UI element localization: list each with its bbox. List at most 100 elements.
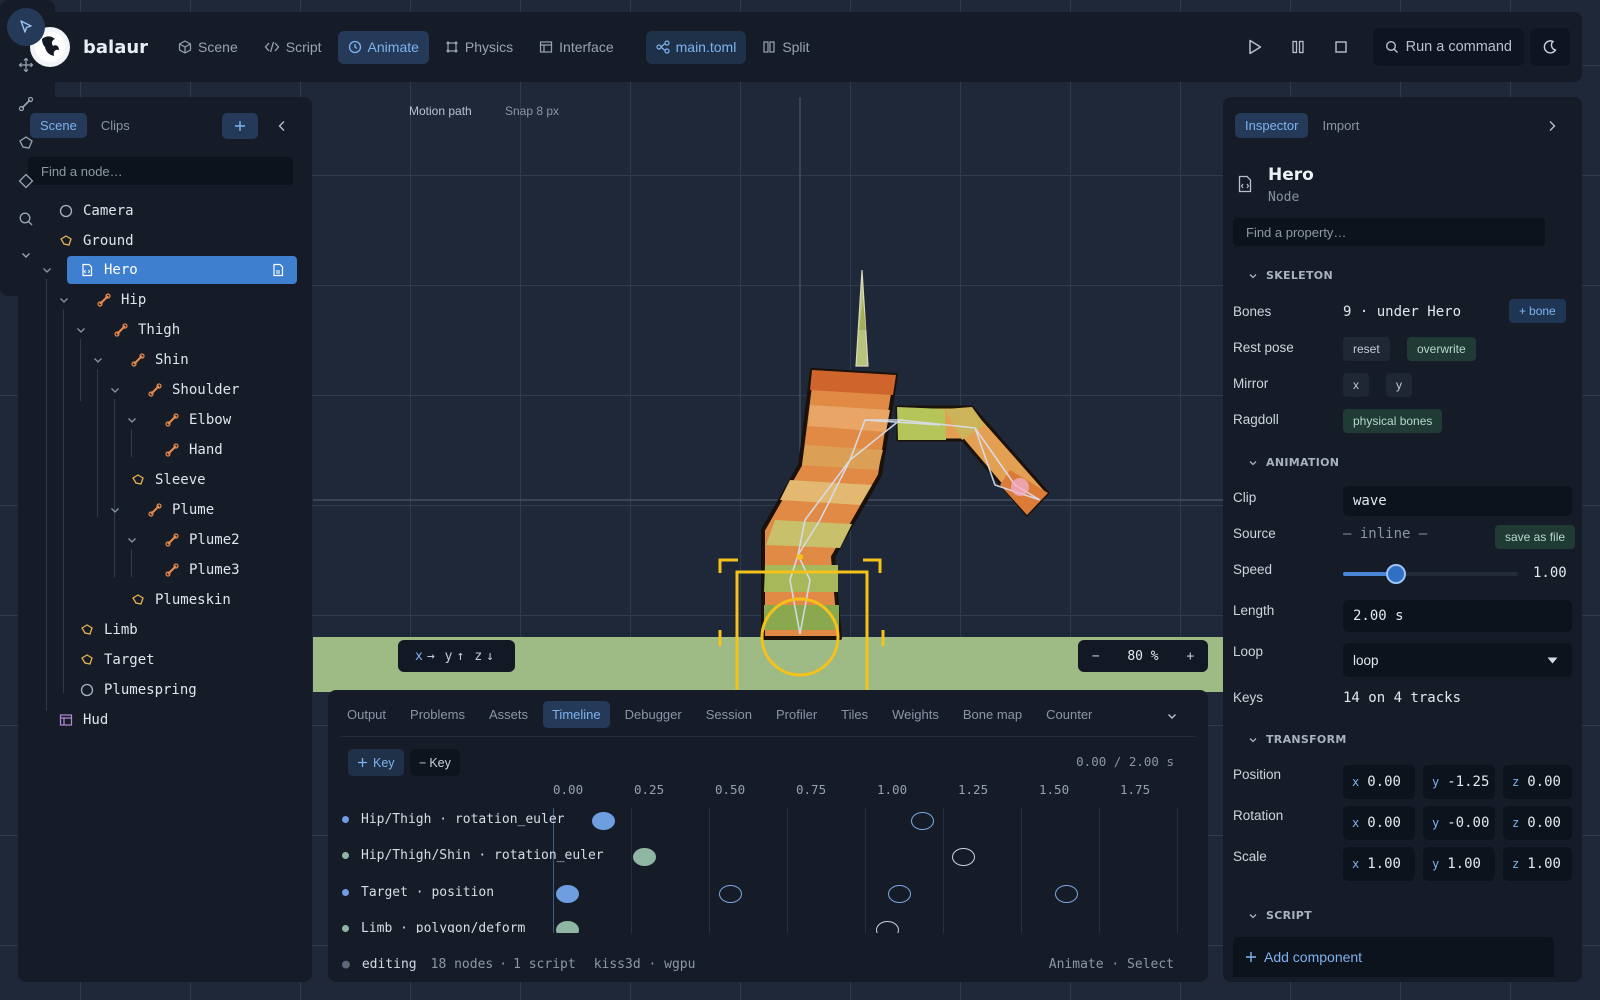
length-field[interactable]: 2.00 s — [1343, 600, 1572, 632]
position-x-field[interactable]: x 0.00 — [1343, 765, 1415, 799]
keyframe[interactable] — [592, 812, 615, 830]
chevron-down-icon[interactable] — [75, 324, 87, 336]
track-row[interactable]: Hip/Thigh · rotation_euler — [342, 812, 565, 827]
motion-path-toggle[interactable]: Motion path — [409, 104, 472, 118]
tab-problems[interactable]: Problems — [401, 701, 474, 728]
position-y-field[interactable]: y -1.25 — [1423, 765, 1495, 799]
remove-key-button[interactable]: − Key — [410, 749, 460, 776]
tab-scene[interactable]: Scene — [168, 31, 248, 64]
select-tool[interactable] — [7, 8, 45, 46]
property-search-input[interactable]: Find a property… — [1233, 218, 1545, 246]
polygon-tool[interactable] — [7, 124, 45, 162]
add-bone-button[interactable]: + bone — [1509, 299, 1566, 323]
chevron-down-icon[interactable] — [126, 414, 138, 426]
tab-tiles[interactable]: Tiles — [832, 701, 877, 728]
chevron-down-icon[interactable] — [109, 504, 121, 516]
tree-node-plume3[interactable]: Plume3 — [164, 556, 240, 584]
clip-field[interactable]: wave — [1343, 486, 1572, 516]
tab-session[interactable]: Session — [697, 701, 761, 728]
tree-node-camera[interactable]: Camera — [58, 197, 134, 225]
position-z-field[interactable]: z 0.00 — [1503, 765, 1572, 799]
tree-node-plume[interactable]: Plume — [147, 496, 214, 524]
scale-y-field[interactable]: y 1.00 — [1423, 847, 1495, 881]
attached-script-icon[interactable] — [271, 263, 285, 277]
script-section-header[interactable]: SCRIPT — [1248, 909, 1312, 922]
collapse-inspector-button[interactable] — [1534, 113, 1570, 139]
track-row[interactable]: Limb · polygon/deform — [342, 921, 525, 933]
chevron-down-icon[interactable] — [126, 534, 138, 546]
keyframe[interactable] — [556, 885, 579, 903]
ik-target-handle[interactable] — [1011, 478, 1029, 496]
viewport[interactable] — [313, 97, 1223, 690]
keyframe[interactable] — [633, 848, 656, 866]
collapse-panel-button[interactable] — [264, 113, 300, 139]
tab-timeline[interactable]: Timeline — [542, 701, 610, 728]
keyframe[interactable] — [556, 921, 579, 933]
tree-node-hud[interactable]: Hud — [58, 706, 108, 734]
tab-bone-map[interactable]: Bone map — [954, 701, 1031, 728]
tree-node-elbow[interactable]: Elbow — [164, 406, 231, 434]
speed-slider-handle[interactable] — [1386, 564, 1407, 584]
file-tab[interactable]: main.toml — [645, 30, 747, 64]
rotation-z-field[interactable]: z 0.00 — [1503, 806, 1572, 840]
move-tool[interactable] — [7, 46, 45, 84]
zoom-tool[interactable] — [7, 200, 45, 238]
track-row[interactable]: Hip/Thigh/Shin · rotation_euler — [342, 848, 604, 863]
tree-node-ground[interactable]: Ground — [58, 227, 134, 255]
plume-sprite[interactable] — [855, 269, 869, 367]
tab-script[interactable]: Script — [254, 31, 332, 64]
keyframe[interactable] — [876, 921, 899, 933]
tree-node-plume2[interactable]: Plume2 — [164, 526, 240, 554]
arm-sprite[interactable] — [895, 405, 1050, 517]
chevron-down-icon[interactable] — [109, 384, 121, 396]
pause-button[interactable] — [1280, 29, 1316, 65]
mirror-y-button[interactable]: y — [1386, 373, 1412, 397]
keyframe[interactable] — [719, 885, 742, 903]
tree-node-plumeskin[interactable]: Plumeskin — [130, 586, 231, 614]
zoom-in-button[interactable]: + — [1186, 649, 1194, 664]
transform-section-header[interactable]: TRANSFORM — [1248, 733, 1347, 746]
physical-bones-button[interactable]: physical bones — [1343, 409, 1443, 433]
stop-button[interactable] — [1323, 29, 1359, 65]
tab-clips[interactable]: Clips — [91, 113, 140, 138]
node-search-input[interactable]: Find a node… — [28, 157, 293, 185]
hero-body-sprite[interactable] — [761, 368, 898, 640]
tab-interface[interactable]: Interface — [529, 31, 623, 64]
rest-pose-overwrite-button[interactable]: overwrite — [1407, 337, 1476, 361]
tab-animate[interactable]: Animate — [337, 30, 429, 64]
keyframe[interactable] — [1055, 885, 1078, 903]
speed-slider[interactable] — [1343, 564, 1518, 584]
shape-tool[interactable] — [7, 162, 45, 200]
tree-node-plumespring[interactable]: Plumespring — [79, 676, 197, 704]
add-component-button[interactable]: Add component — [1233, 937, 1554, 977]
chevron-down-icon[interactable] — [41, 264, 53, 276]
loop-select[interactable]: loop — [1343, 643, 1572, 677]
zoom-out-button[interactable]: − — [1092, 649, 1100, 664]
theme-toggle[interactable] — [1530, 28, 1570, 66]
split-button[interactable]: Split — [752, 31, 819, 64]
tab-counter[interactable]: Counter — [1037, 701, 1101, 728]
mirror-x-button[interactable]: x — [1343, 373, 1369, 397]
tab-assets[interactable]: Assets — [480, 701, 537, 728]
command-palette-button[interactable]: Run a command — [1372, 28, 1524, 66]
tree-node-target[interactable]: Target — [79, 646, 155, 674]
chevron-down-icon[interactable] — [1166, 710, 1178, 722]
tree-node-shoulder[interactable]: Shoulder — [147, 376, 239, 404]
animation-section-header[interactable]: ANIMATION — [1248, 456, 1339, 469]
tree-node-hip[interactable]: Hip — [96, 286, 146, 314]
tree-node-sleeve[interactable]: Sleeve — [130, 466, 206, 494]
tab-profiler[interactable]: Profiler — [767, 701, 826, 728]
tab-weights[interactable]: Weights — [883, 701, 948, 728]
add-node-button[interactable] — [222, 112, 258, 139]
tab-debugger[interactable]: Debugger — [616, 701, 691, 728]
tree-node-hand[interactable]: Hand — [164, 436, 223, 464]
rotation-x-field[interactable]: x 0.00 — [1343, 806, 1415, 840]
chevron-down-icon[interactable] — [58, 294, 70, 306]
bone-tool[interactable] — [7, 85, 45, 123]
keyframe[interactable] — [911, 812, 934, 830]
more-tools-button[interactable] — [7, 236, 45, 274]
scale-x-field[interactable]: x 1.00 — [1343, 847, 1415, 881]
rotation-y-field[interactable]: y -0.00 — [1423, 806, 1495, 840]
tab-output[interactable]: Output — [338, 701, 395, 728]
tree-node-thigh[interactable]: Thigh — [113, 316, 180, 344]
